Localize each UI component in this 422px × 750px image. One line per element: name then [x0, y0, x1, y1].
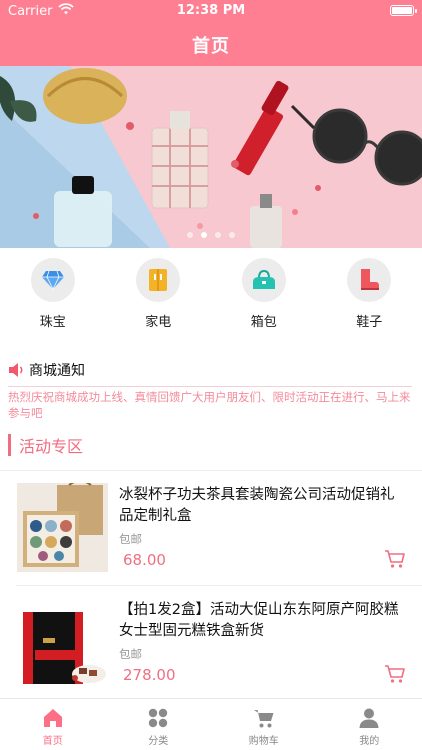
tab-bar: 首页 分类 购物车 我的 [0, 698, 422, 750]
tab-cart[interactable]: 购物车 [211, 699, 317, 750]
carousel-dot[interactable] [187, 232, 193, 238]
tab-label: 我的 [359, 736, 380, 747]
banner-carousel[interactable] [0, 66, 422, 248]
product-name[interactable]: 冰裂杯子功夫茶具套装陶瓷公司活动促销礼品定制礼盒 [119, 485, 404, 527]
product-image[interactable] [17, 483, 108, 572]
notice-header: 商城通知 [8, 360, 412, 380]
fridge-icon [149, 269, 168, 291]
carousel-dot[interactable] [229, 232, 235, 238]
carousel-dot-active[interactable] [201, 232, 207, 238]
header: Carrier 12:38 PM 首页 [0, 0, 422, 66]
notice-panel: 商城通知 热烈庆祝商城成功上线、真情回馈广大用户朋友们、限时活动正在进行、马上来… [8, 360, 412, 421]
category-shoes[interactable]: 鞋子 [317, 258, 422, 334]
tab-label: 首页 [42, 736, 63, 747]
section-accent-bar [8, 434, 11, 456]
speaker-icon [9, 363, 23, 377]
notice-text: 热烈庆祝商城成功上线、真情回馈广大用户朋友们、限时活动正在进行、马上来参与吧 [8, 390, 411, 420]
category-grid: 珠宝 家电 箱包 鞋子 [0, 258, 422, 334]
grid-icon [149, 708, 168, 728]
tab-category[interactable]: 分类 [106, 699, 212, 750]
category-bags[interactable]: 箱包 [211, 258, 317, 334]
category-label: 鞋子 [356, 315, 383, 330]
status-bar: Carrier 12:38 PM [0, 0, 422, 22]
category-icon-wrap [30, 258, 75, 302]
product-price: 68.00 [123, 551, 166, 569]
product-name[interactable]: 【拍1发2盒】活动大促山东东阿原产阿胶糕女士型固元糕铁盒新货 [119, 600, 404, 642]
carousel-dot[interactable] [215, 232, 221, 238]
battery-icon [390, 5, 417, 16]
cart-icon [253, 710, 274, 728]
notice-title: 商城通知 [29, 363, 85, 379]
category-icon-wrap [136, 258, 181, 302]
category-label: 箱包 [250, 315, 277, 330]
tab-profile[interactable]: 我的 [317, 699, 422, 750]
category-label: 珠宝 [39, 315, 66, 330]
category-jewelry[interactable]: 珠宝 [0, 258, 106, 334]
category-icon-wrap [347, 258, 392, 302]
add-to-cart-icon[interactable] [384, 664, 406, 684]
boot-icon [361, 269, 380, 290]
bag-icon [252, 269, 275, 289]
product-card[interactable]: 【拍1发2盒】活动大促山东东阿原产阿胶糕女士型固元糕铁盒新货 包邮 278.00 [0, 586, 422, 698]
section-title: 活动专区 [19, 437, 84, 456]
banner-image [0, 66, 422, 248]
carousel-indicator[interactable] [0, 232, 422, 238]
divider [8, 386, 412, 387]
product-image[interactable] [17, 598, 108, 687]
tab-home[interactable]: 首页 [0, 699, 106, 750]
diamond-icon [41, 270, 64, 290]
category-icon-wrap [241, 258, 286, 302]
add-to-cart-icon[interactable] [384, 549, 406, 569]
product-card[interactable]: 冰裂杯子功夫茶具套装陶瓷公司活动促销礼品定制礼盒 包邮 68.00 [0, 471, 422, 583]
person-icon [359, 708, 379, 728]
tab-label: 分类 [148, 736, 169, 747]
shipping-label: 包邮 [119, 532, 142, 546]
category-appliance[interactable]: 家电 [106, 258, 212, 334]
product-price: 278.00 [123, 666, 176, 684]
category-label: 家电 [145, 315, 172, 330]
shipping-label: 包邮 [119, 647, 142, 661]
section-header: 活动专区 [8, 433, 83, 457]
page-title: 首页 [192, 36, 230, 57]
home-icon [43, 709, 62, 727]
clock: 12:38 PM [176, 3, 246, 18]
tab-label: 购物车 [248, 736, 279, 747]
